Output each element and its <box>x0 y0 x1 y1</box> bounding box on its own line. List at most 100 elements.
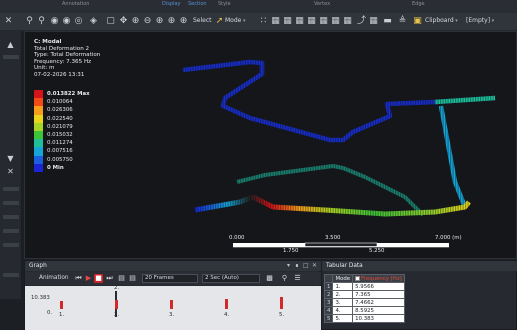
panel-row-2 <box>3 201 19 205</box>
play-icon[interactable]: ▶ <box>84 274 93 283</box>
scroll-up-icon[interactable]: ▲ <box>5 39 16 50</box>
pin-icon[interactable]: ∎ <box>295 262 299 269</box>
pin-icon[interactable]: ▾ <box>287 262 290 269</box>
mode-cell[interactable]: 3. <box>332 298 354 307</box>
mode-dropdown[interactable]: Mode <box>225 17 245 24</box>
mode-cell[interactable]: 4. <box>332 306 354 315</box>
result-sets-icon[interactable]: ▤ <box>128 274 137 283</box>
distributed-icon[interactable]: ▤ <box>117 274 126 283</box>
graph-bar[interactable] <box>170 300 173 309</box>
extend-limits-icon[interactable]: ▦ <box>368 16 379 27</box>
stop-icon[interactable]: ■ <box>94 274 103 283</box>
frequency-cell[interactable]: 10.383 <box>352 314 405 323</box>
table-row[interactable]: 3 3. 7.4662 <box>323 298 405 307</box>
row-index-cell[interactable]: 1 <box>323 282 334 291</box>
scrollbar-track[interactable] <box>3 55 19 59</box>
legend-swatch[interactable] <box>34 139 43 148</box>
frequency-cell[interactable]: 7.4662 <box>352 298 405 307</box>
select-label[interactable]: Select <box>193 17 212 24</box>
next-frame-icon[interactable]: ⏭ <box>105 274 114 283</box>
scale-label-2: 7.000 (m) <box>435 235 462 241</box>
search-icon[interactable]: ⚲ <box>24 16 35 27</box>
table-row[interactable]: 5 5. 10.383 <box>323 314 405 323</box>
mode-cell[interactable]: 2. <box>332 290 354 299</box>
legend-swatch[interactable] <box>34 147 43 156</box>
column-header-frequency[interactable]: Frequency [Hz] <box>352 274 405 283</box>
duration-dropdown[interactable]: 2 Sec (Auto) <box>202 274 260 283</box>
previous-frame-icon[interactable]: ⏮ <box>74 274 83 283</box>
zoom-fit-icon[interactable]: ◎ <box>73 16 84 27</box>
legend-swatch[interactable] <box>34 114 43 123</box>
legend-swatch[interactable] <box>34 106 43 115</box>
mode-cell[interactable]: 5. <box>332 314 354 323</box>
frames-dropdown[interactable]: 20 Frames <box>142 274 198 283</box>
frequency-cell[interactable]: 5.9566 <box>352 282 405 291</box>
maximize-icon[interactable]: □ <box>303 262 309 269</box>
select-face-icon[interactable]: ▦ <box>282 16 293 27</box>
clipboard-dropdown[interactable]: Clipboard <box>425 17 458 24</box>
mode-cell[interactable]: 1. <box>332 282 354 291</box>
select-face-element-icon[interactable]: ▦ <box>330 16 341 27</box>
zoom-out-icon[interactable]: ⊖ <box>142 16 153 27</box>
legend-swatch[interactable] <box>34 163 43 172</box>
label-icon[interactable]: ≜ <box>397 16 408 27</box>
select-body-icon[interactable]: ▦ <box>294 16 305 27</box>
legend-swatch[interactable] <box>34 155 43 164</box>
frequency-table[interactable]: Mode Frequency [Hz] 1 1. 5.9566 2 2. 7.365 3 3.… <box>323 274 405 323</box>
graph-bar[interactable] <box>225 299 228 309</box>
checkbox-icon[interactable] <box>355 275 361 281</box>
legend-swatch[interactable] <box>34 131 43 140</box>
zoom-icon[interactable]: ⚲ <box>280 274 289 283</box>
search-icon[interactable]: ⚲ <box>36 16 47 27</box>
close-icon[interactable]: ✕ <box>5 166 16 177</box>
select-element-icon[interactable]: ▦ <box>318 16 329 27</box>
legend-swatch[interactable] <box>34 122 43 131</box>
view-icon[interactable]: ◉ <box>49 16 60 27</box>
select-all-icon[interactable]: ▬ <box>382 16 393 27</box>
show-hide-icon[interactable]: ◉ <box>61 16 72 27</box>
select-edge-icon[interactable]: ▦ <box>270 16 281 27</box>
select-box-icon[interactable]: ▢ <box>105 16 116 27</box>
row-index-cell[interactable]: 2 <box>323 290 334 299</box>
empty-dropdown[interactable]: [Empty] <box>466 17 494 24</box>
select-node-icon[interactable]: ▦ <box>306 16 317 27</box>
close-icon[interactable]: ✕ <box>312 262 317 269</box>
zoom-previous-icon[interactable]: ⊕ <box>178 16 189 27</box>
table-row[interactable]: 1 1. 5.9566 <box>323 282 405 291</box>
display-options-icon[interactable]: ◈ <box>88 16 99 27</box>
frequency-bar-chart[interactable]: 10.383 0. 2. 1. 2. 3. 4. 5. <box>25 285 321 330</box>
graph-bar[interactable] <box>280 297 283 309</box>
graph-bar[interactable] <box>115 300 118 309</box>
legend-label: 0.013822 Max <box>47 91 90 97</box>
zoom-fit-all-icon[interactable]: ⊕ <box>166 16 177 27</box>
frequency-table-body: 1 1. 5.9566 2 2. 7.365 3 3. 7.4662 4 4. 8.5925 5 5. 10… <box>323 282 405 323</box>
extend-adjacent-icon[interactable]: ⤴ <box>356 16 367 27</box>
table-row[interactable]: 4 4. 8.5925 <box>323 306 405 315</box>
clipboard-icon[interactable]: ▣ <box>412 16 423 27</box>
extend-selection-icon[interactable]: ▦ <box>342 16 353 27</box>
zoom-in-icon[interactable]: ⊕ <box>130 16 141 27</box>
options-icon[interactable]: ☰ <box>293 274 302 283</box>
row-index-cell[interactable]: 4 <box>323 306 334 315</box>
graphics-viewport[interactable]: C: Modal Total Deformation 2 Type: Total… <box>24 31 517 259</box>
frequency-cell[interactable]: 8.5925 <box>352 306 405 315</box>
graph-bar[interactable] <box>60 301 63 309</box>
frequency-cell[interactable]: 7.365 <box>352 290 405 299</box>
select-vertex-icon[interactable]: ∷ <box>258 16 269 27</box>
pan-icon[interactable]: ✥ <box>118 16 129 27</box>
zoom-box-icon[interactable]: ⊕ <box>154 16 165 27</box>
scroll-down-icon[interactable]: ▼ <box>5 153 16 164</box>
row-index-cell[interactable]: 3 <box>323 298 334 307</box>
export-video-icon[interactable]: ▩ <box>265 274 274 283</box>
legend-swatch[interactable] <box>34 90 43 99</box>
tabular-panel-title: Tabular Data <box>326 263 363 269</box>
tabular-panel-header: Tabular Data <box>322 261 517 271</box>
table-row[interactable]: 2 2. 7.365 <box>323 290 405 299</box>
ribbon-label-edge: Edge <box>412 1 425 7</box>
column-header-mode[interactable]: Mode <box>332 274 354 283</box>
panel-row-3 <box>3 215 19 219</box>
cursor-icon[interactable]: ➚ <box>214 16 225 27</box>
close-icon[interactable]: ✕ <box>3 16 14 27</box>
legend-swatch[interactable] <box>34 98 43 107</box>
row-index-cell[interactable]: 5 <box>323 314 334 323</box>
